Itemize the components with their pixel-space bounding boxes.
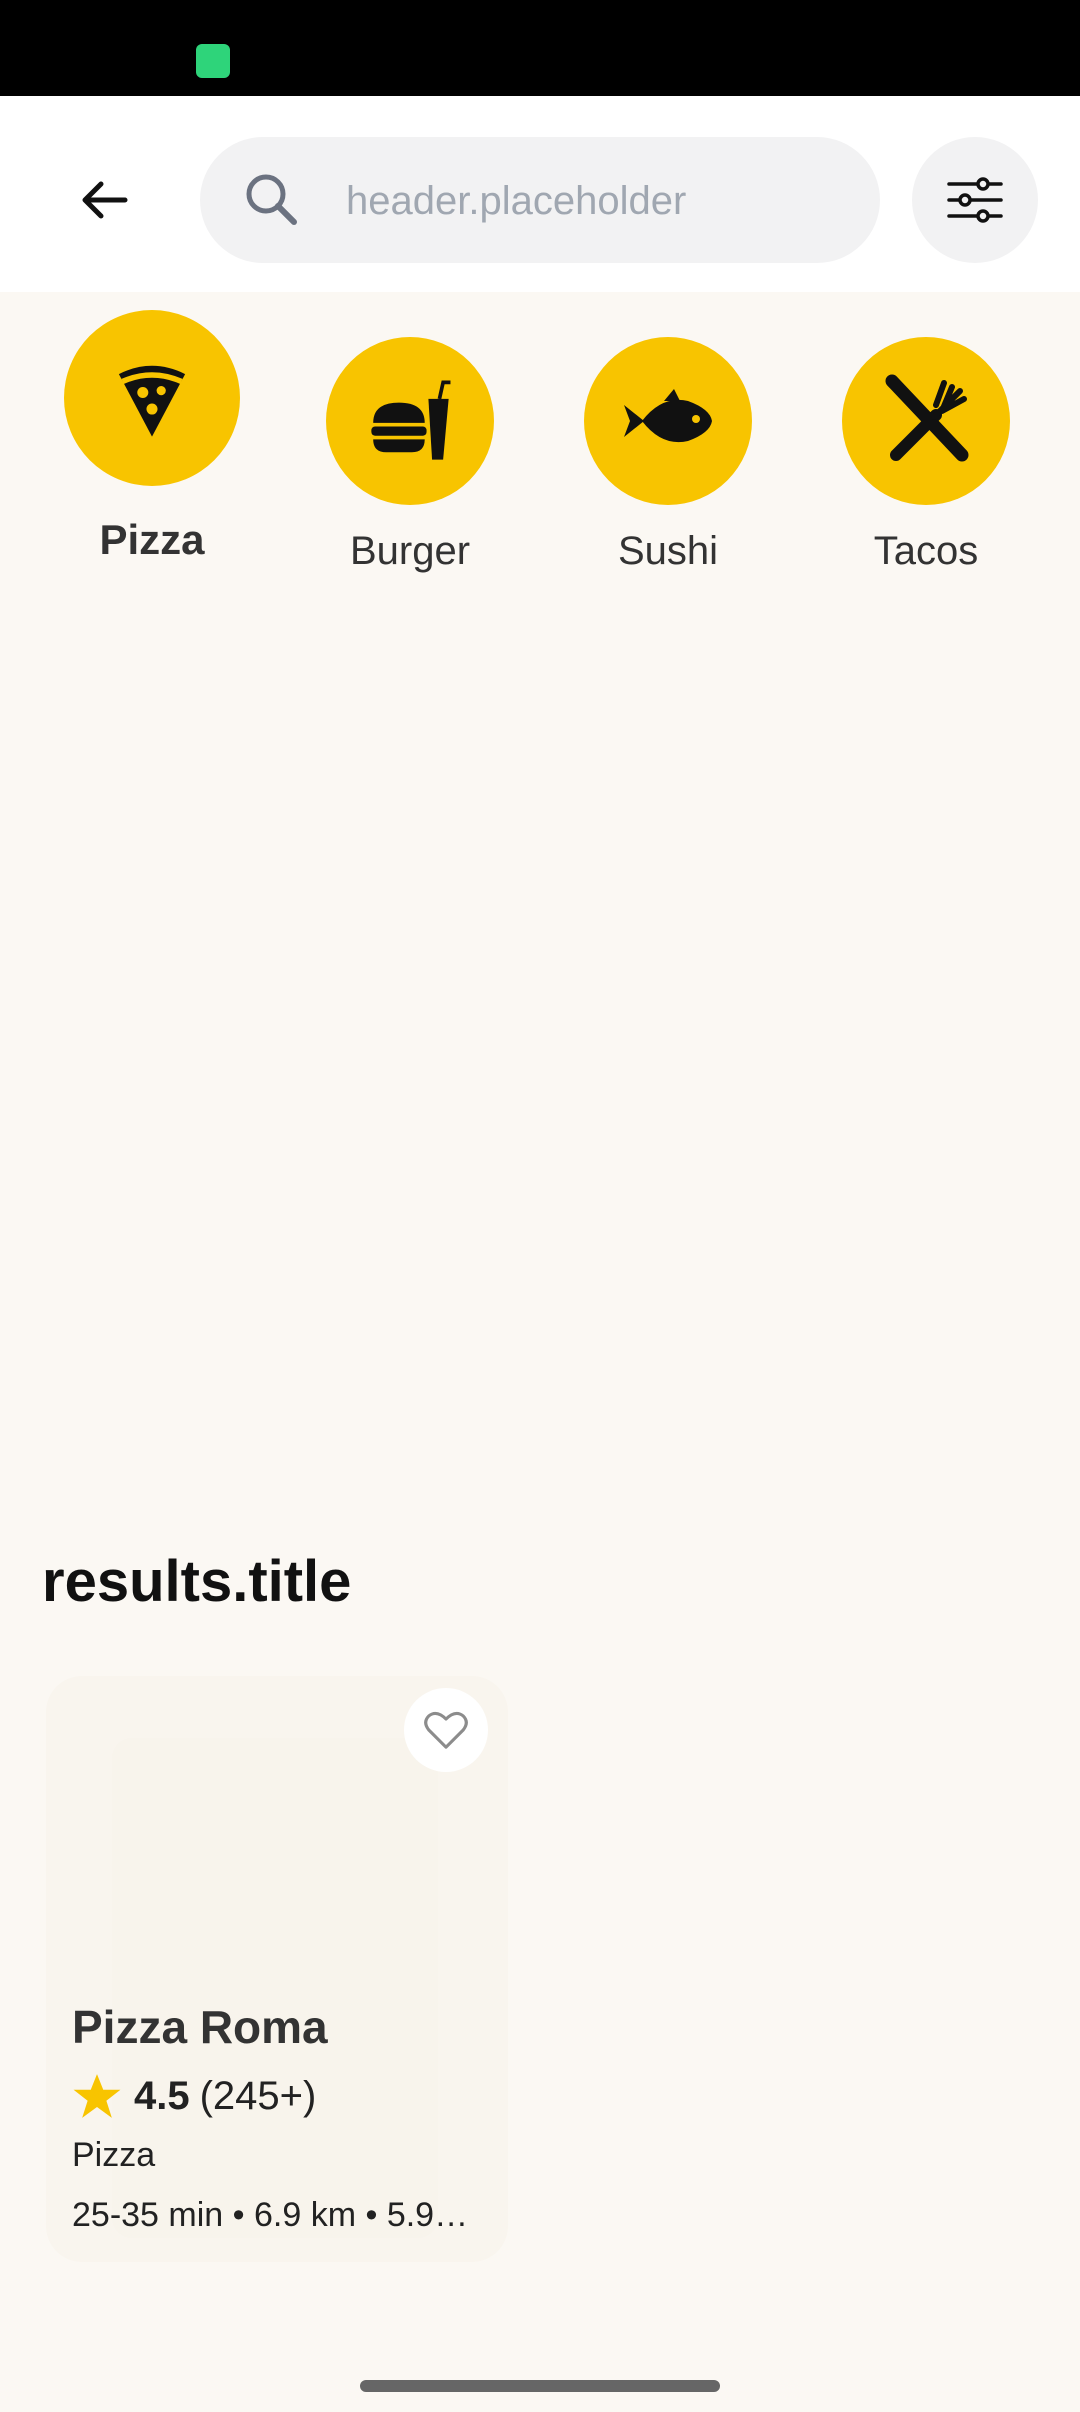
category-label: Burger (349, 529, 471, 573)
category-tacos[interactable]: Tacos (842, 337, 1010, 587)
results-title: results.title (42, 1549, 352, 1614)
sliders-icon (947, 177, 1003, 223)
category-label: Sushi (617, 529, 719, 573)
heart-outline-icon (424, 1711, 468, 1749)
category-label: Pizza (99, 516, 205, 563)
rating-row: 4.5 (245+) (72, 2066, 316, 2126)
battery-icon (196, 44, 230, 78)
category-pizza[interactable]: Pizza (64, 310, 240, 570)
pizza-slice-icon (118, 365, 186, 437)
category-burger-circle (326, 337, 494, 505)
restaurant-meta: 25-35 min • 6.9 km • 5.9… (72, 2196, 469, 2234)
category-sushi[interactable]: Sushi (584, 337, 752, 587)
star-icon (73, 2074, 121, 2118)
category-pizza-circle (64, 310, 240, 486)
rating-value: 4.5 (134, 2073, 190, 2118)
restaurant-name: Pizza Roma (72, 2001, 328, 2053)
filter-button[interactable] (912, 137, 1038, 263)
category-sushi-circle (584, 337, 752, 505)
utensils-icon (885, 374, 969, 462)
restaurant-category: Pizza (72, 2136, 156, 2174)
search-input[interactable] (344, 150, 848, 252)
category-burger[interactable]: Burger (326, 337, 494, 587)
status-bar (0, 0, 1080, 96)
burger-drink-icon (371, 380, 451, 460)
rating-count: (245+) (199, 2073, 317, 2118)
back-button[interactable] (60, 145, 150, 255)
favorite-button[interactable] (404, 1688, 488, 1772)
restaurant-image (112, 1738, 438, 2238)
fish-icon (624, 389, 712, 443)
search-icon (246, 174, 297, 225)
arrow-left-icon (82, 181, 128, 219)
category-label: Tacos (873, 529, 979, 573)
category-tacos-circle (842, 337, 1010, 505)
home-indicator[interactable] (360, 2380, 720, 2392)
